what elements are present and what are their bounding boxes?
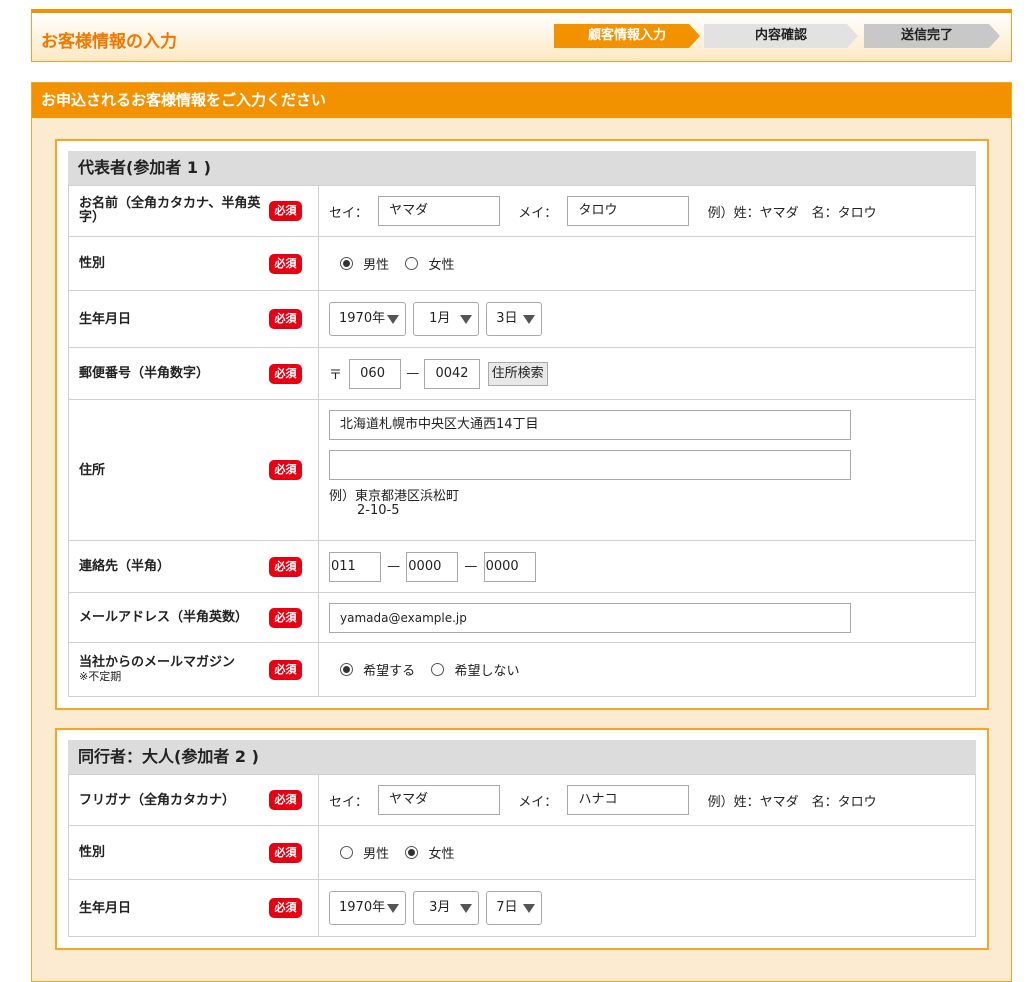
address-search-button[interactable]: 住所検索 (487, 361, 548, 386)
magazine-yes-radio[interactable] (340, 663, 353, 676)
email-input[interactable]: yamada@example.jp (329, 602, 851, 633)
phone-dash: — (387, 559, 401, 574)
gender-female-radio[interactable] (405, 257, 419, 270)
required-badge: 必須 (269, 309, 302, 329)
birthdate-label: 生年月日 (79, 900, 132, 916)
gender-male-label[interactable]: 男性 (363, 843, 389, 862)
gender-male-radio[interactable] (340, 846, 353, 859)
row-address: 住所 必須 北海道札幌市中央区大通西14丁目 例）東京都港区浜松町 2-10-5 (68, 399, 976, 541)
name-example: 例）姓：ヤマダ 名：タロウ (707, 205, 877, 221)
magazine-note: ※不定期 (79, 669, 122, 683)
zip1-input[interactable]: 060 (349, 358, 402, 389)
page-header: お客様情報の入力 顧客情報入力 内容確認 送信完了 (31, 9, 1012, 62)
required-badge: 必須 (269, 460, 302, 480)
step-customer-info: 顧客情報入力 (554, 24, 700, 48)
required-badge: 必須 (269, 898, 302, 918)
phone2-input[interactable]: 0000 (406, 551, 459, 582)
participant-2-table: フリガナ（全角カタカナ） 必須 セイ： ヤマダ メイ： ハナコ 例）姓：ヤマダ … (68, 774, 976, 937)
birthdate-label: 生年月日 (79, 311, 132, 327)
zip-dash: — (406, 366, 420, 381)
phone1-input[interactable]: 011 (329, 551, 381, 582)
zip-label: 郵便番号（半角数字） (79, 366, 210, 381)
chevron-down-icon (387, 904, 399, 913)
participant-1-box: 代表者(参加者 1 ) お名前（全角カタカナ、半角英字） 必須 セイ： ヤマダ … (55, 139, 989, 710)
name-example: 例）姓：ヤマダ 名：タロウ (707, 794, 877, 810)
gender-label: 性別 (79, 845, 106, 860)
chevron-down-icon (523, 315, 536, 324)
gender-label: 性別 (79, 256, 106, 271)
birth-day-select[interactable]: 3日 (486, 302, 543, 336)
sei-input[interactable]: ヤマダ (378, 196, 501, 226)
phone-dash: — (464, 559, 478, 574)
chevron-down-icon (460, 904, 473, 913)
participant-2-title: 同行者：大人(参加者 2 ) (68, 740, 976, 774)
participant-1-title: 代表者(参加者 1 ) (68, 151, 976, 185)
sei-label: セイ： (329, 794, 369, 810)
name-label: お名前（全角カタカナ、半角英字） (79, 196, 261, 225)
required-badge: 必須 (269, 363, 302, 384)
customer-form-section: お申込されるお客様情報をご入力ください 代表者(参加者 1 ) お名前（全角カタ… (31, 82, 1012, 982)
required-badge: 必須 (269, 201, 302, 221)
row-birthdate: 生年月日 必須 1970年 3月 7日 (68, 879, 976, 937)
magazine-label: 当社からのメールマガジン (79, 654, 236, 670)
sei-label: セイ： (329, 205, 369, 221)
chevron-down-icon (523, 904, 536, 913)
mei-label: メイ： (518, 794, 558, 810)
birth-month-select[interactable]: 3月 (413, 891, 480, 925)
required-badge: 必須 (269, 842, 302, 863)
row-email: メールアドレス（半角英数） 必須 yamada@example.jp (68, 592, 976, 643)
gender-male-label[interactable]: 男性 (363, 254, 389, 273)
required-badge: 必須 (269, 607, 302, 628)
row-gender: 性別 必須 男性 女性 (68, 825, 976, 880)
row-magazine: 当社からのメールマガジン ※不定期 必須 希望する 希望しない (68, 642, 976, 697)
gender-female-label[interactable]: 女性 (428, 254, 454, 273)
furigana-label: フリガナ（全角カタカナ） (79, 792, 236, 808)
birth-year-select[interactable]: 1970年 (329, 302, 406, 336)
row-gender: 性別 必須 男性 女性 (68, 236, 976, 291)
row-furigana: フリガナ（全角カタカナ） 必須 セイ： ヤマダ メイ： ハナコ 例）姓：ヤマダ … (68, 774, 976, 826)
required-badge: 必須 (269, 659, 302, 680)
chevron-down-icon (387, 315, 399, 324)
mei-label: メイ： (518, 205, 558, 221)
birth-day-select[interactable]: 7日 (486, 891, 543, 925)
participant-1-table: お名前（全角カタカナ、半角英字） 必須 セイ： ヤマダ メイ： タロウ 例）姓：… (68, 185, 976, 697)
row-name: お名前（全角カタカナ、半角英字） 必須 セイ： ヤマダ メイ： タロウ 例）姓：… (68, 185, 976, 237)
step-complete: 送信完了 (854, 24, 1000, 48)
zip-mark: 〒 (329, 368, 343, 383)
step-confirm: 内容確認 (704, 24, 858, 48)
address-example: 例）東京都港区浜松町 2-10-5 (329, 489, 460, 518)
magazine-no-radio[interactable] (431, 663, 445, 676)
birth-month-select[interactable]: 1月 (413, 302, 480, 336)
mei-input[interactable]: ハナコ (567, 785, 690, 815)
magazine-yes-label[interactable]: 希望する (363, 660, 415, 679)
sei-input[interactable]: ヤマダ (378, 785, 501, 815)
phone3-input[interactable]: 0000 (483, 551, 536, 582)
required-badge: 必須 (269, 556, 302, 577)
address-line2-input[interactable] (329, 450, 851, 480)
mei-input[interactable]: タロウ (567, 196, 690, 226)
row-zip: 郵便番号（半角数字） 必須 〒 060 — 0042 住所検索 (68, 347, 976, 400)
gender-female-label[interactable]: 女性 (428, 843, 454, 862)
address-line1-input[interactable]: 北海道札幌市中央区大通西14丁目 (329, 410, 851, 440)
chevron-down-icon (460, 315, 473, 324)
phone-label: 連絡先（半角） (79, 559, 171, 574)
zip2-input[interactable]: 0042 (424, 358, 481, 389)
gender-male-radio[interactable] (340, 257, 353, 270)
row-phone: 連絡先（半角） 必須 011 — 0000 — 0000 (68, 540, 976, 593)
birth-year-select[interactable]: 1970年 (329, 891, 406, 925)
required-badge: 必須 (269, 253, 302, 274)
page-title: お客様情報の入力 (41, 32, 177, 52)
required-badge: 必須 (269, 790, 302, 810)
row-birthdate: 生年月日 必須 1970年 1月 3日 (68, 290, 976, 348)
address-label: 住所 (79, 462, 106, 478)
participant-2-box: 同行者：大人(参加者 2 ) フリガナ（全角カタカナ） 必須 セイ： ヤマダ メ… (55, 728, 989, 950)
section-title: お申込されるお客様情報をご入力ください (32, 83, 1011, 118)
gender-female-radio[interactable] (405, 846, 419, 859)
email-label: メールアドレス（半角英数） (79, 610, 249, 625)
magazine-no-label[interactable]: 希望しない (454, 660, 519, 679)
